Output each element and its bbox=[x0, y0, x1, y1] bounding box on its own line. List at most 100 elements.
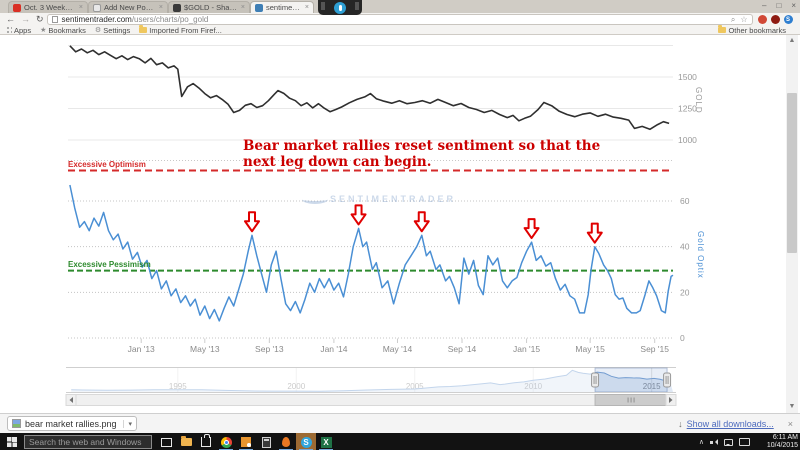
x-axis-tick: Sep '14 bbox=[448, 344, 477, 354]
x-axis-tick: Jan '14 bbox=[320, 344, 347, 354]
back-icon[interactable]: ← bbox=[6, 14, 15, 25]
zoom-icon[interactable]: ⌕ bbox=[731, 15, 735, 25]
taskbar-chrome-icon[interactable] bbox=[216, 433, 236, 450]
close-button[interactable]: × bbox=[791, 1, 796, 10]
browser-tab[interactable]: Oct. 3 Weekend report | S× bbox=[8, 1, 88, 13]
optix-axis-tick: 40 bbox=[680, 242, 690, 252]
reload-icon[interactable]: ↻ bbox=[36, 14, 44, 25]
downloaded-file-chip[interactable]: bear market rallies.png ▾ bbox=[7, 416, 137, 431]
navigator-handle[interactable] bbox=[664, 373, 671, 387]
browser-tab[interactable]: sentimenTrader - Gold Op...× bbox=[250, 1, 314, 13]
red-down-arrow bbox=[588, 224, 602, 243]
keyboard-icon[interactable] bbox=[739, 438, 750, 446]
tab-title: $GOLD - SharpCharts Wo... bbox=[184, 3, 238, 12]
gold-optix-chart[interactable]: 1500125010006040200Jan '13May '13Sep '13… bbox=[0, 35, 800, 413]
search-placeholder: Search the web and Windows bbox=[29, 437, 141, 447]
start-button[interactable] bbox=[0, 433, 24, 450]
taskbar-calculator-icon[interactable] bbox=[256, 433, 276, 450]
optix-axis-tick: 0 bbox=[680, 333, 685, 343]
window-controls: ‒ □ × bbox=[762, 1, 796, 10]
red-down-arrow bbox=[415, 212, 429, 231]
dark-red-extension-icon[interactable] bbox=[771, 15, 780, 24]
clock-time: 6:11 AM bbox=[756, 434, 798, 442]
browser-tab[interactable]: Add New Post - Smart M...× bbox=[88, 1, 168, 13]
taskbar-windows-store-icon[interactable] bbox=[196, 433, 216, 450]
x-axis-tick: Sep '13 bbox=[255, 344, 284, 354]
excessive-pessimism-label: Excessive Pessimism bbox=[68, 260, 151, 269]
downloads-bar: bear market rallies.png ▾ ↓ Show all dow… bbox=[0, 413, 800, 433]
page-content: 1500125010006040200Jan '13May '13Sep '13… bbox=[0, 35, 800, 413]
folder-icon bbox=[718, 27, 726, 33]
taskbar-sticky-notes-icon[interactable] bbox=[236, 433, 256, 450]
red-circle-extension-icon[interactable] bbox=[758, 15, 767, 24]
windows-taskbar: Search the web and Windows SX ∧ 6:11 AM … bbox=[0, 433, 800, 450]
tray-expand-icon[interactable]: ∧ bbox=[699, 438, 704, 446]
tab-strip: Oct. 3 Weekend report | S×Add New Post -… bbox=[0, 0, 800, 13]
watermark: SENTIMENTRADER bbox=[302, 194, 456, 204]
optix-axis-tick: 20 bbox=[680, 287, 690, 297]
taskbar-icons: SX bbox=[156, 433, 336, 450]
x-axis-tick: Jan '15 bbox=[513, 344, 540, 354]
taskbar-flame-app-icon[interactable] bbox=[276, 433, 296, 450]
url-path: /users/charts/po_gold bbox=[132, 15, 209, 24]
maximize-button[interactable]: □ bbox=[776, 1, 781, 10]
bookmark-item[interactable]: Imported From Firef... bbox=[139, 26, 222, 35]
scroll-up-icon[interactable]: ▲ bbox=[786, 35, 798, 47]
address-bar[interactable]: sentimentrader.com/users/charts/po_gold … bbox=[47, 14, 753, 25]
tab-title: Add New Post - Smart M... bbox=[104, 3, 156, 12]
url-host: sentimentrader.com bbox=[62, 15, 132, 24]
excessive-optimism-label: Excessive Optimism bbox=[68, 160, 146, 169]
blue-s-extension-icon[interactable]: S bbox=[784, 15, 793, 24]
bookmark-item[interactable]: ★Bookmarks bbox=[40, 26, 86, 35]
navigator-handle[interactable] bbox=[592, 373, 599, 387]
tab-favicon bbox=[255, 4, 263, 12]
scroll-down-icon[interactable]: ▼ bbox=[786, 401, 798, 413]
tab-close-icon[interactable]: × bbox=[241, 4, 245, 11]
x-axis-tick: May '15 bbox=[575, 344, 605, 354]
x-axis-tick: May '14 bbox=[383, 344, 413, 354]
tab-close-icon[interactable]: × bbox=[159, 4, 163, 11]
gold-axis-tick: 1000 bbox=[678, 135, 697, 145]
speaker-icon[interactable] bbox=[710, 439, 718, 446]
taskbar-skype-icon[interactable]: S bbox=[296, 433, 316, 450]
taskbar-clock[interactable]: 6:11 AM 10/4/2015 bbox=[756, 434, 798, 450]
browser-window: Oct. 3 Weekend report | S×Add New Post -… bbox=[0, 0, 800, 450]
show-all-downloads-link[interactable]: Show all downloads... bbox=[687, 419, 774, 429]
chevron-down-icon[interactable]: ▾ bbox=[123, 420, 133, 428]
overlay-right-handle bbox=[355, 2, 359, 10]
tab-title: Oct. 3 Weekend report | S bbox=[24, 3, 76, 12]
x-axis-tick: Sep '15 bbox=[640, 344, 669, 354]
tab-favicon bbox=[93, 4, 101, 12]
forward-icon[interactable]: → bbox=[21, 14, 30, 25]
bookmark-item[interactable]: Apps bbox=[5, 26, 31, 35]
tab-close-icon[interactable]: × bbox=[305, 4, 309, 11]
page-scrollbar[interactable]: ▲ ▼ bbox=[786, 35, 798, 413]
optix-axis-tick: 60 bbox=[680, 196, 690, 206]
navigator-scrollbar-track[interactable] bbox=[66, 395, 676, 406]
scrollbar-thumb[interactable] bbox=[787, 93, 797, 253]
downloads-close-icon[interactable]: × bbox=[788, 419, 793, 429]
browser-tab[interactable]: $GOLD - SharpCharts Wo...× bbox=[168, 1, 250, 13]
overlay-left-handle bbox=[321, 2, 325, 10]
minimize-button[interactable]: ‒ bbox=[762, 1, 766, 10]
page-icon bbox=[52, 16, 58, 23]
red-down-arrow bbox=[352, 205, 366, 224]
red-down-arrow bbox=[525, 219, 539, 238]
bookmark-item[interactable]: ⚙Settings bbox=[95, 26, 130, 35]
action-center-icon[interactable] bbox=[724, 439, 733, 446]
image-file-icon bbox=[12, 419, 21, 428]
clock-date: 10/4/2015 bbox=[756, 442, 798, 450]
tab-title: sentimenTrader - Gold Op... bbox=[266, 3, 302, 12]
taskbar-excel-icon[interactable]: X bbox=[316, 433, 336, 450]
taskbar-search-input[interactable]: Search the web and Windows bbox=[24, 435, 152, 449]
optix-axis-title: Gold Optix bbox=[696, 231, 705, 279]
other-bookmarks[interactable]: Other bookmarks bbox=[718, 26, 786, 35]
recording-overlay[interactable] bbox=[318, 0, 362, 15]
taskbar-file-explorer-icon[interactable] bbox=[176, 433, 196, 450]
navigator-selection[interactable] bbox=[595, 368, 667, 392]
chart-annotation: Bear market rallies reset sentiment so t… bbox=[243, 138, 623, 170]
taskbar-task-view-icon[interactable] bbox=[156, 433, 176, 450]
bookmark-star-icon[interactable]: ☆ bbox=[740, 15, 747, 24]
microphone-icon[interactable] bbox=[334, 2, 346, 14]
tab-close-icon[interactable]: × bbox=[79, 4, 83, 11]
